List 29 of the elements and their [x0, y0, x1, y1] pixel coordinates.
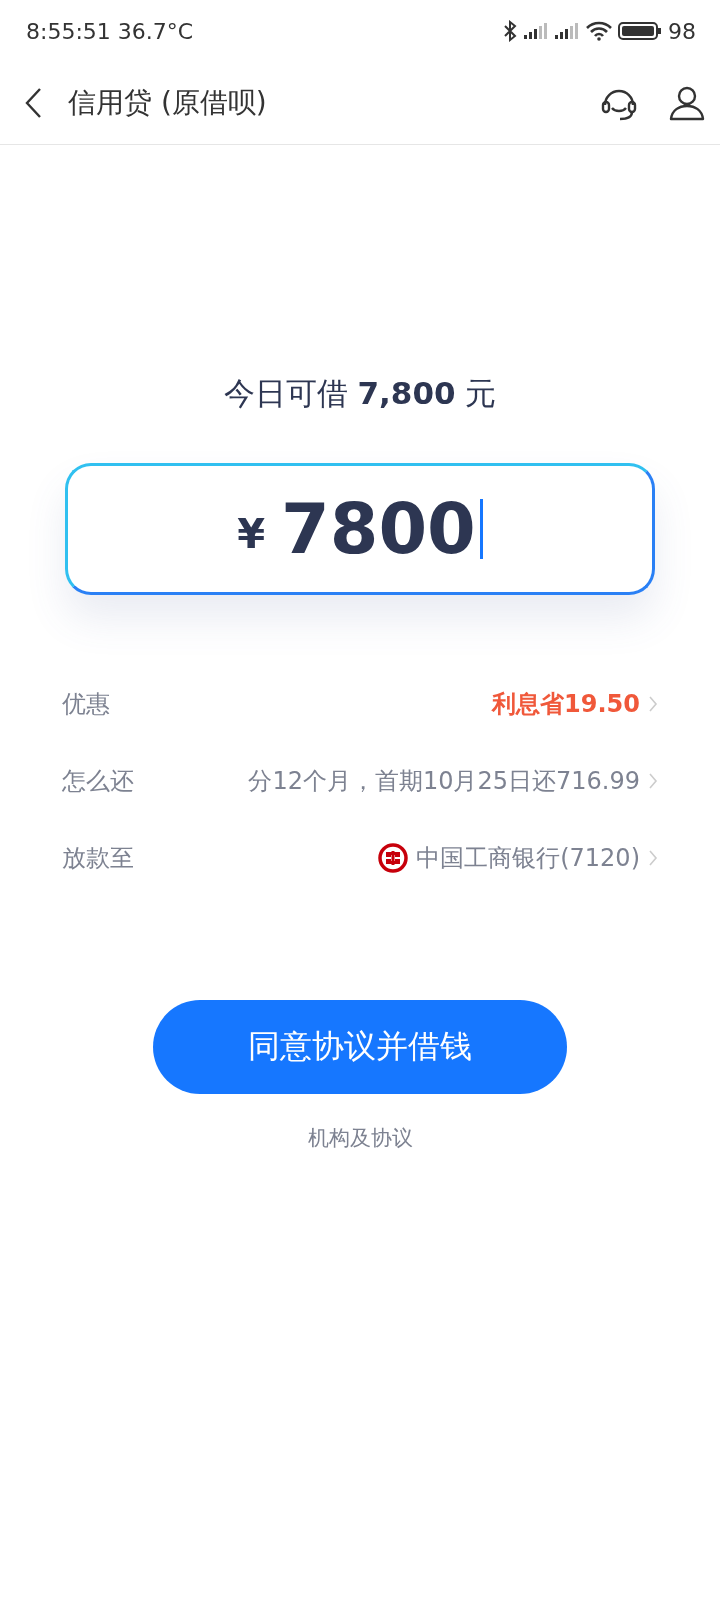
chevron-icon: [648, 694, 658, 713]
row-value: 利息省19.50: [492, 688, 640, 720]
chevron-icon: [648, 771, 658, 790]
info-row[interactable]: 优惠 利息省19.50: [62, 665, 658, 742]
amount-value: 7800: [281, 488, 476, 570]
status-time: 8:55:51 36.7°C: [26, 18, 194, 44]
back-icon[interactable]: [24, 87, 44, 119]
agreements-link[interactable]: 机构及协议: [307, 1124, 413, 1152]
signal-icon: [555, 23, 580, 39]
page-title: 信用贷 (原借呗): [68, 85, 268, 121]
wifi-icon: [586, 21, 612, 41]
amount-field[interactable]: ¥ 7800: [65, 463, 655, 595]
currency-symbol: ¥: [237, 511, 265, 557]
info-row[interactable]: 怎么还 分12个月，首期10月25日还716.99: [62, 742, 658, 819]
quota-text: 今日可借 7,800 元: [223, 374, 497, 413]
row-value: 分12个月，首期10月25日还716.99: [248, 765, 640, 797]
row-label: 放款至: [62, 842, 134, 874]
battery-level: 98: [668, 18, 696, 44]
battery-icon: [618, 21, 662, 41]
agree-borrow-button[interactable]: 同意协议并借钱: [153, 1000, 567, 1094]
chevron-icon: [648, 848, 658, 867]
signal-icon: [524, 23, 549, 39]
bluetooth-icon: [502, 20, 518, 42]
bank-logo-icon: [378, 842, 409, 873]
row-value: 中国工商银行(7120): [416, 842, 640, 874]
row-label: 优惠: [62, 688, 110, 720]
row-label: 怎么还: [62, 765, 134, 797]
user-icon[interactable]: [668, 85, 706, 121]
info-row[interactable]: 放款至 中国工商银行(7120): [62, 819, 658, 896]
